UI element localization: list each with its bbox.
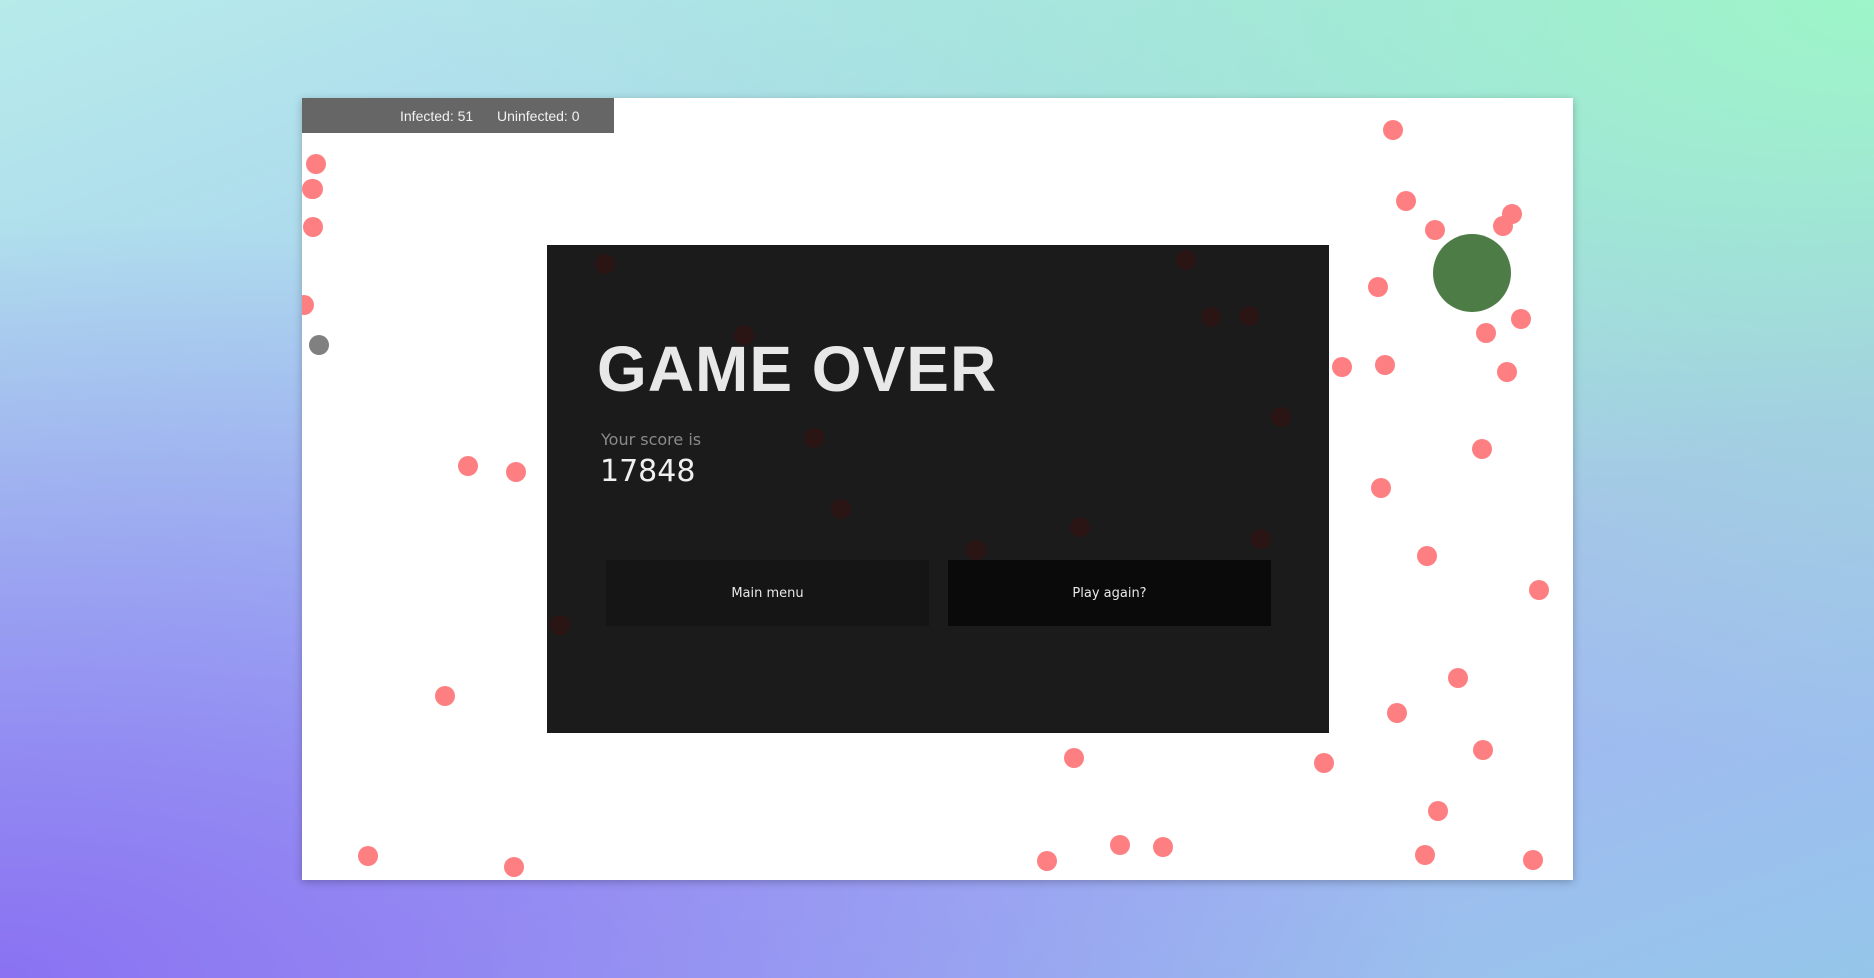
game-over-title: GAME OVER [597,333,998,405]
infected-cell [1064,748,1084,768]
infected-cell [504,857,524,877]
shadow-cell [1251,529,1271,549]
play-again-button[interactable]: Play again? [948,560,1271,626]
infected-cell [1368,277,1388,297]
game-board[interactable]: Infected: 51 Uninfected: 0 GAME OVER You… [302,98,1573,880]
infected-cell [1511,309,1531,329]
score-value: 17848 [600,454,696,489]
shadow-cell [1070,517,1090,537]
infected-cell [1314,753,1334,773]
infected-cell [1497,362,1517,382]
infected-cell [1529,580,1549,600]
shadow-cell [1239,306,1259,326]
main-menu-button[interactable]: Main menu [606,560,929,626]
shadow-cell [831,499,851,519]
shadow-cell [1271,407,1291,427]
infected-count: Infected: 51 [400,108,474,124]
infected-cell [1375,355,1395,375]
player-cell [1433,234,1511,312]
infected-cell [1396,191,1416,211]
infected-cell [306,154,326,174]
infected-cell [1493,216,1513,236]
infected-cell [1383,120,1403,140]
infected-cell [435,686,455,706]
infected-cell [458,456,478,476]
infected-cell [1387,703,1407,723]
infected-cell [303,179,323,199]
score-label: Your score is [601,430,702,449]
shadow-cell [1176,250,1196,270]
infected-cell [1428,801,1448,821]
infected-cell [1037,851,1057,871]
infected-cell [1473,740,1493,760]
infected-cell [358,846,378,866]
shadow-cell [804,428,824,448]
shadow-cell [1201,307,1221,327]
hud-bar: Infected: 51 Uninfected: 0 [302,98,614,133]
infected-cell [1472,439,1492,459]
shadow-cell [595,254,615,274]
infected-cell [1415,845,1435,865]
infected-cell [1476,323,1496,343]
infected-cell [1332,357,1352,377]
infected-cell [303,217,323,237]
infected-cell [1153,837,1173,857]
infected-cell [1417,546,1437,566]
infected-cell [302,295,314,315]
uninfected-count: Uninfected: 0 [497,108,580,124]
infected-cell [1425,220,1445,240]
infected-cell [506,462,526,482]
infected-cell [1371,478,1391,498]
shadow-cell [550,615,570,635]
panel-background-cells [547,245,1329,733]
infected-cell [1523,850,1543,870]
infected-cell [1110,835,1130,855]
shadow-cell [966,540,986,560]
infected-cell [1448,668,1468,688]
game-over-panel: GAME OVER Your score is 17848 Main menu … [547,245,1329,733]
uninfected-cell [309,335,329,355]
